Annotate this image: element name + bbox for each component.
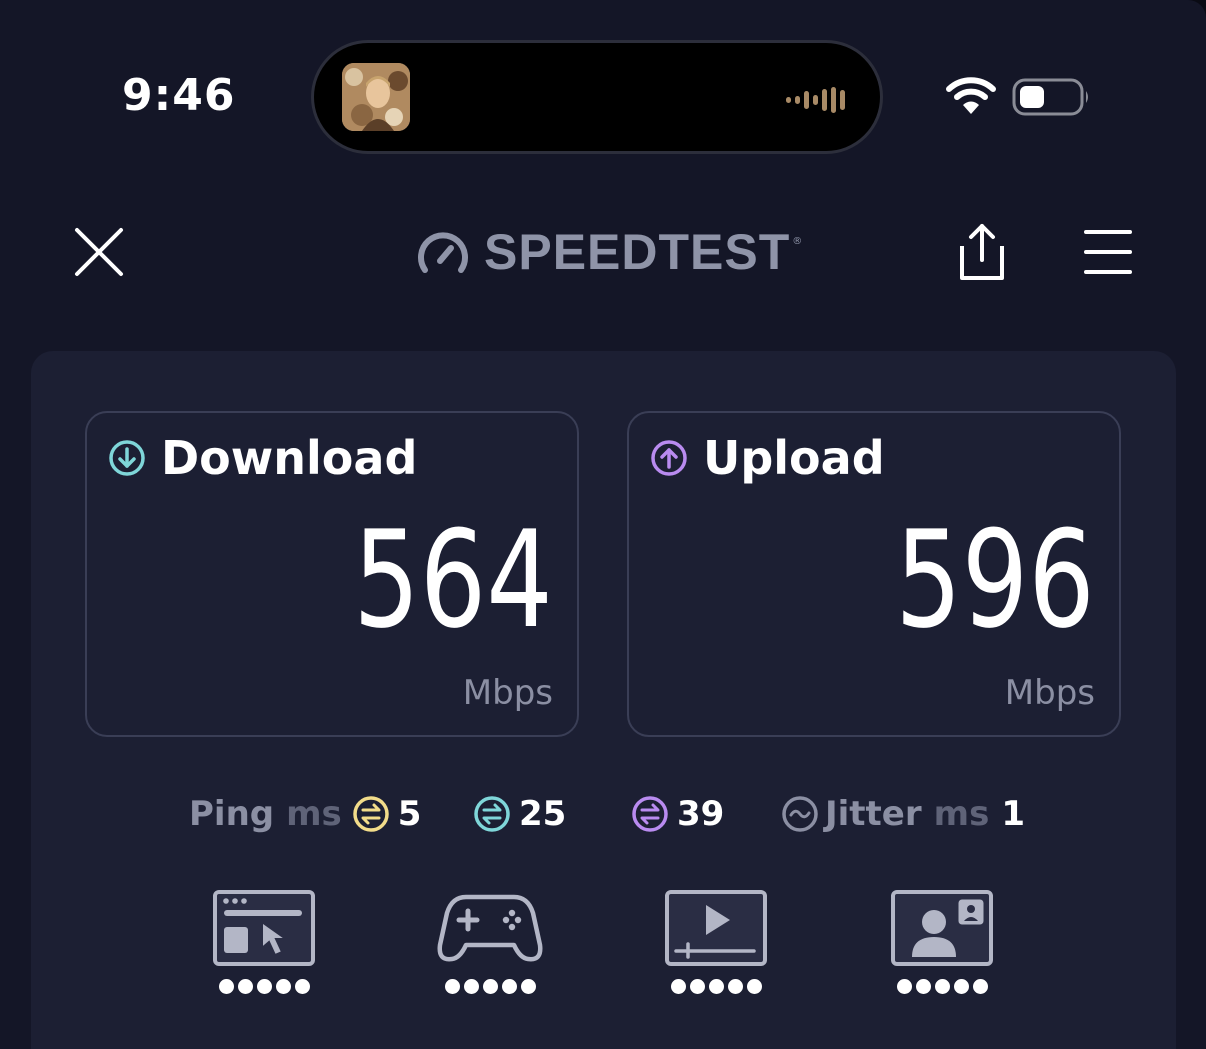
ping-idle-value: 5 [397,794,422,834]
ping-upload[interactable]: 39 [621,791,724,837]
ping-label: Ping [189,794,275,834]
upload-card[interactable]: Upload 596 Mbps [627,411,1121,737]
usage-video-streaming[interactable] [661,889,771,1001]
rating-dot [237,979,253,994]
ping-download-icon [474,796,510,832]
download-unit: Mbps [462,673,553,713]
arrow-down-circle-icon [109,440,145,476]
brand-trademark: ® [792,236,803,247]
rating-dot [915,979,931,994]
rating-dot [520,979,536,994]
video-call-icon [891,890,993,966]
dynamic-island[interactable] [311,40,883,154]
download-label: Download [161,431,418,485]
upload-header: Upload [649,431,885,485]
rating-dot [463,979,479,994]
upload-label: Upload [703,431,885,485]
status-time: 9:46 [122,70,236,121]
jitter-label: Jitter [825,794,922,834]
latency-row: Ping ms 5 25 39 Jitter ms 1 [31,791,1176,837]
gamepad-icon [437,894,543,962]
arrow-up-circle-icon [651,440,687,476]
rating-dot [727,979,743,994]
rating-dot [934,979,950,994]
rating-dot [218,979,234,994]
rating-dot [953,979,969,994]
share-icon[interactable] [954,222,1010,282]
jitter[interactable]: Jitter ms 1 [771,791,1025,837]
video-streaming-rating [661,979,771,994]
download-header: Download [107,431,417,485]
jitter-unit: ms [933,794,990,834]
speedometer-icon [418,232,468,273]
rating-dot [708,979,724,994]
jitter-wave-icon [782,796,818,832]
ping-unit: ms [286,794,342,834]
rating-dot [896,979,912,994]
web-browsing-rating [209,979,319,994]
battery-icon [1012,78,1088,116]
ping-idle-icon [353,796,389,832]
rating-dot [275,979,291,994]
now-playing-thumbnail [342,63,410,131]
rating-dot [256,979,272,994]
brand-name: SPEEDTEST [484,224,791,280]
video-player-icon [665,890,767,966]
ping-upload-icon [632,796,668,832]
download-card[interactable]: Download 564 Mbps [85,411,579,737]
usage-video-chat[interactable] [887,889,997,1001]
wifi-icon [946,77,996,114]
ping-download[interactable]: 25 [463,791,566,837]
rating-dot [746,979,762,994]
jitter-value: 1 [1001,794,1025,834]
browser-cursor-icon [213,890,315,966]
download-value: 564 [353,502,553,658]
rating-dot [501,979,517,994]
ping-idle[interactable]: Ping ms 5 [189,791,421,837]
rating-dot [972,979,988,994]
menu-icon[interactable] [1084,228,1132,276]
results-panel: Download 564 Mbps Upload 596 Mbps Ping m… [31,351,1176,1049]
rating-dot [670,979,686,994]
gaming-rating [435,979,545,994]
ping-upload-value: 39 [677,794,725,834]
upload-unit: Mbps [1004,673,1095,713]
rating-dot [444,979,460,994]
app-screen: 9:46 SPEEDTEST ® Download 564 Mbps Uploa… [0,0,1206,1049]
upload-value: 596 [895,502,1095,658]
usage-web-browsing[interactable] [209,889,319,1001]
rating-dot [689,979,705,994]
usage-gaming[interactable] [435,889,545,1001]
rating-dot [294,979,310,994]
video-chat-rating [887,979,997,994]
rating-dot [482,979,498,994]
close-icon[interactable] [72,225,126,279]
ping-download-value: 25 [519,794,567,834]
speedtest-logo: SPEEDTEST ® [416,222,802,282]
audio-waveform-icon [786,87,845,113]
